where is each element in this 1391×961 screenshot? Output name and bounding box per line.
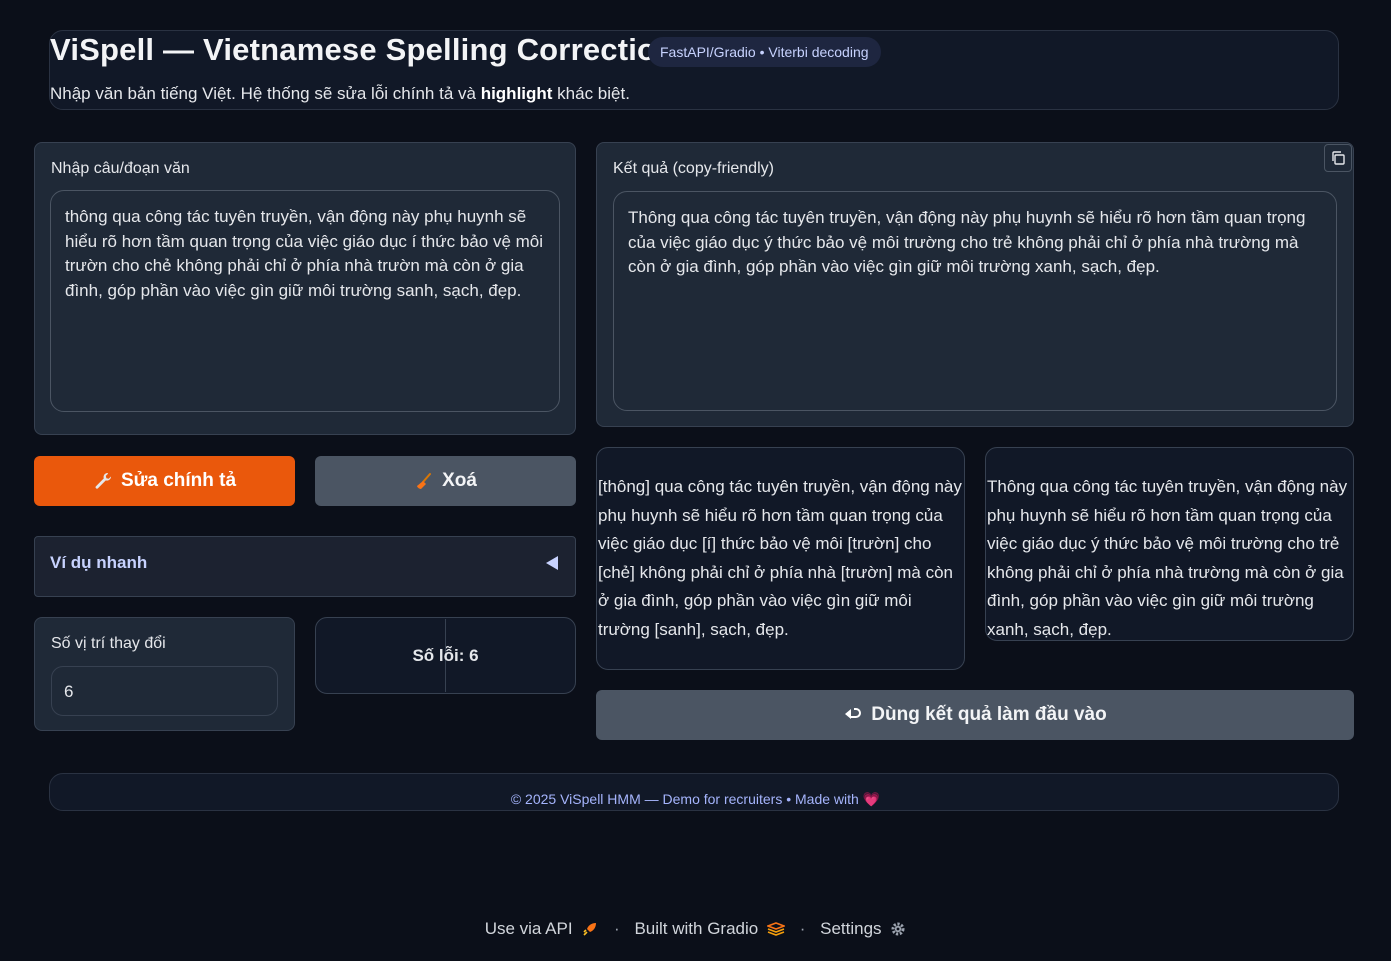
gradio-logo-icon bbox=[765, 921, 787, 936]
rocket-icon bbox=[583, 922, 597, 936]
settings-link[interactable]: Settings bbox=[820, 918, 906, 939]
input-textarea[interactable]: thông qua công tác tuyên truyền, vận độn… bbox=[50, 190, 560, 412]
changes-count-field[interactable]: 6 bbox=[51, 666, 278, 716]
tech-badge: FastAPI/Gradio • Viterbi decoding bbox=[648, 37, 881, 67]
gear-icon bbox=[891, 922, 905, 936]
caret-left-icon[interactable] bbox=[546, 556, 558, 570]
separator: · bbox=[799, 918, 806, 938]
output-label: Kết quả (copy-friendly) bbox=[613, 160, 774, 177]
changes-label: Số vị trí thay đổi bbox=[51, 635, 166, 652]
gradio-footer: Use via API · Built with Gradio · Settin… bbox=[0, 918, 1391, 939]
output-textarea[interactable]: Thông qua công tác tuyên truyền, vận độn… bbox=[613, 191, 1337, 411]
use-result-button[interactable]: Dùng kết quả làm đầu vào bbox=[596, 690, 1354, 740]
copy-button[interactable] bbox=[1324, 144, 1352, 172]
separator: · bbox=[614, 918, 620, 938]
use-via-api-link[interactable]: Use via API bbox=[485, 918, 600, 939]
built-with-gradio-link[interactable]: Built with Gradio bbox=[634, 918, 787, 939]
broom-icon bbox=[417, 473, 432, 489]
fix-spelling-button[interactable]: Sửa chính tả bbox=[34, 456, 295, 506]
clear-label: Xoá bbox=[442, 470, 477, 491]
page-subtitle: Nhập văn bản tiếng Việt. Hệ thống sẽ sửa… bbox=[50, 84, 630, 103]
page-title: ViSpell — Vietnamese Spelling Correction bbox=[50, 32, 676, 67]
diff-corrected-text: Thông qua công tác tuyên truyền, vận độn… bbox=[987, 477, 1348, 639]
return-arrow-icon bbox=[845, 708, 862, 719]
copy-icon bbox=[1332, 151, 1345, 165]
footer-text: © 2025 ViSpell HMM — Demo for recruiters… bbox=[510, 791, 881, 807]
examples-label: Ví dụ nhanh bbox=[50, 553, 148, 572]
heart-icon: 💗 bbox=[862, 791, 881, 807]
clear-button[interactable]: Xoá bbox=[315, 456, 576, 506]
input-label: Nhập câu/đoạn văn bbox=[51, 160, 190, 177]
wrench-icon bbox=[95, 473, 111, 489]
fix-spelling-label: Sửa chính tả bbox=[120, 470, 237, 491]
use-result-label: Dùng kết quả làm đầu vào bbox=[871, 704, 1107, 725]
diff-original-text: [thông] qua công tác tuyên truyền, vận đ… bbox=[598, 477, 962, 639]
errors-count-text: Số lỗi: 6 bbox=[412, 646, 479, 665]
